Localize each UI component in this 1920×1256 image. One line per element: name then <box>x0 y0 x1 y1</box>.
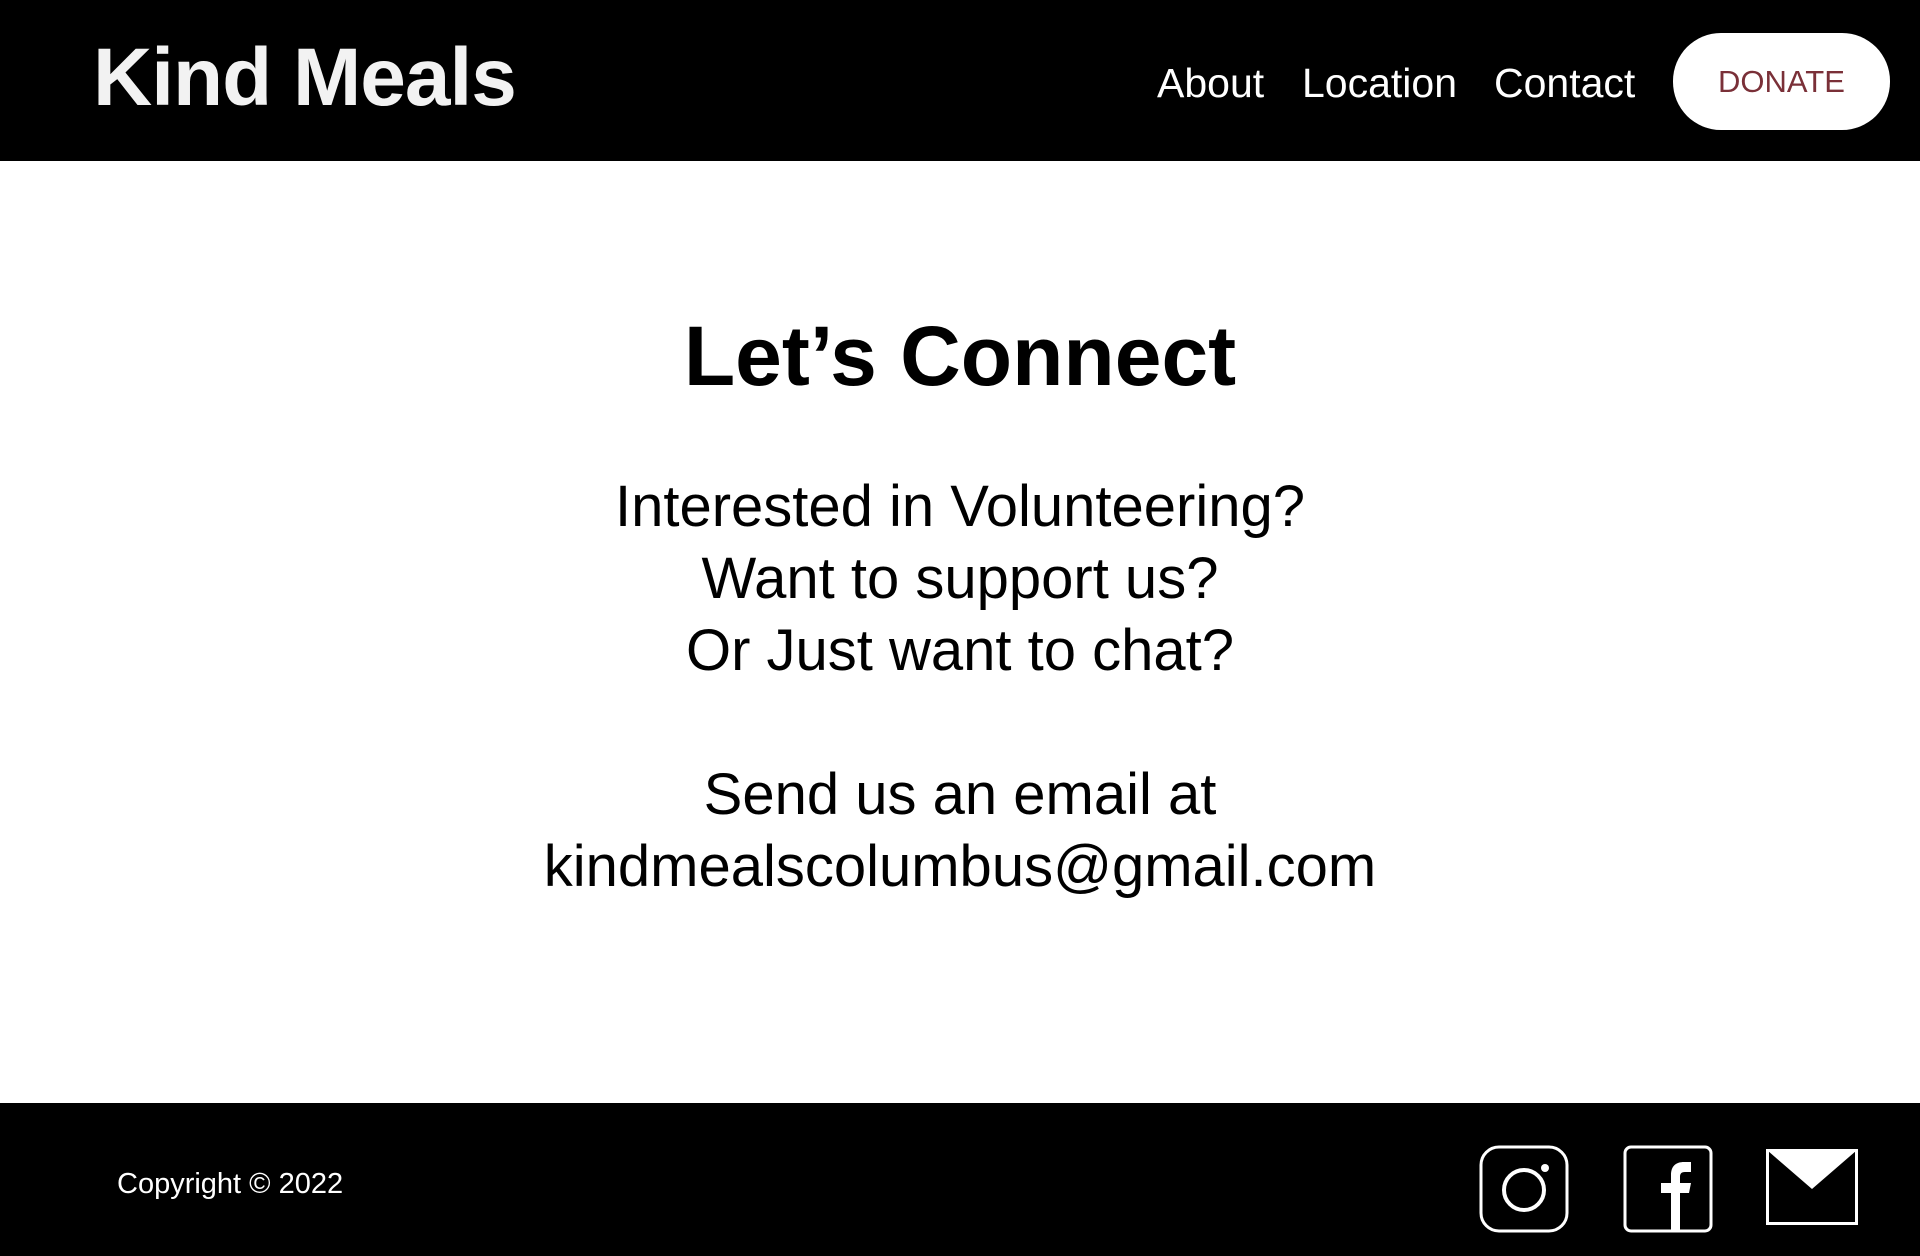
contact-section: Let’s Connect Interested in Volunteering… <box>0 161 1920 1103</box>
email-prompt: Send us an email at <box>703 762 1217 827</box>
support-question: Want to support us? <box>701 546 1219 611</box>
chat-question: Or Just want to chat? <box>685 618 1235 683</box>
site-logo[interactable]: Kind Meals <box>93 28 517 128</box>
donate-button[interactable]: DONATE <box>1673 33 1890 130</box>
email-icon[interactable] <box>1766 1149 1858 1225</box>
page: Kind Meals About Location Contact DONATE… <box>0 0 1920 1256</box>
site-footer: Copyright © 2022 <box>0 1103 1920 1256</box>
nav-link-about[interactable]: About <box>1157 58 1264 108</box>
nav-link-location[interactable]: Location <box>1302 58 1457 108</box>
facebook-icon[interactable] <box>1623 1145 1713 1233</box>
email-address[interactable]: kindmealscolumbus@gmail.com <box>0 831 1920 903</box>
nav-link-contact[interactable]: Contact <box>1494 58 1635 108</box>
copyright-text: Copyright © 2022 <box>117 1168 344 1200</box>
volunteer-question: Interested in Volunteering? <box>614 474 1306 539</box>
instagram-icon[interactable] <box>1479 1145 1569 1233</box>
site-header: Kind Meals About Location Contact DONATE <box>0 0 1920 161</box>
contact-text: Interested in Volunteering? Want to supp… <box>0 471 1920 903</box>
page-title: Let’s Connect <box>683 309 1237 403</box>
